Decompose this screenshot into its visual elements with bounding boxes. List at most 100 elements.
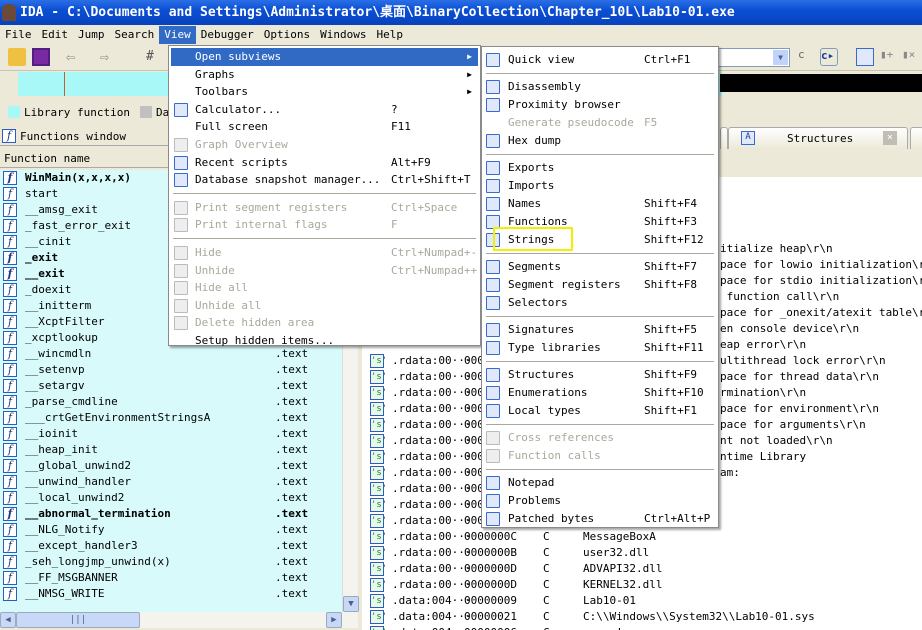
- horizontal-scrollbar[interactable]: ◀ ||| ▶: [0, 612, 358, 628]
- type-libraries-icon: [486, 341, 500, 355]
- function-row[interactable]: f __NMSG_WRITE .text: [0, 586, 342, 602]
- menu-item-recent-scripts[interactable]: Recent scripts Alt+F9: [171, 154, 478, 172]
- menu-debugger[interactable]: Debugger: [196, 26, 259, 44]
- menu-item-segment-registers[interactable]: Segment registers Shift+F8: [484, 276, 716, 294]
- menu-item-disassembly[interactable]: Disassembly: [484, 78, 716, 96]
- close-icon[interactable]: ×: [883, 131, 897, 145]
- menu-file[interactable]: File: [0, 26, 37, 44]
- menu-item-toolbars[interactable]: Toolbars ▶: [171, 83, 478, 101]
- menu-item-patched-bytes[interactable]: Patched bytes Ctrl+Alt+P: [484, 510, 716, 528]
- add-breakpoint-icon[interactable]: ▮+: [880, 48, 898, 66]
- menu-item-open-subviews[interactable]: Open subviews ▶: [171, 48, 478, 66]
- menu-item-local-types[interactable]: Local types Shift+F1: [484, 402, 716, 420]
- string-row[interactable]: 's' .rdata:00··· 0000000D C KERNEL32.dll: [362, 577, 922, 593]
- tab-next[interactable]: [910, 127, 922, 149]
- function-row[interactable]: f __except_handler3 .text: [0, 538, 342, 554]
- menu-item-segments[interactable]: Segments Shift+F7: [484, 258, 716, 276]
- minus-icon: [174, 246, 188, 260]
- menu-windows[interactable]: Windows: [315, 26, 371, 44]
- function-row[interactable]: f __global_unwind2 .text: [0, 458, 342, 474]
- menu-item-type-libraries[interactable]: Type libraries Shift+F11: [484, 339, 716, 357]
- function-row[interactable]: f __abnormal_termination .text: [0, 506, 342, 522]
- function-row[interactable]: f __setargv .text: [0, 378, 342, 394]
- menu-options[interactable]: Options: [259, 26, 315, 44]
- scroll-thumb[interactable]: |||: [16, 612, 140, 628]
- menu-help[interactable]: Help: [371, 26, 408, 44]
- string-row-tail[interactable]: en console device\r\n: [720, 321, 920, 337]
- function-name: __unwind_handler: [25, 475, 131, 488]
- string-row-tail[interactable]: itialize heap\r\n: [720, 241, 920, 257]
- menu-item-full-screen[interactable]: Full screen F11: [171, 118, 478, 136]
- string-row[interactable]: 's' .rdata:00··· 0000000B Cuser32.dll: [362, 545, 922, 561]
- menu-item-graphs[interactable]: Graphs ▶: [171, 66, 478, 84]
- string-icon: 's': [370, 578, 388, 592]
- function-segment: .text: [275, 379, 309, 392]
- scroll-down-button[interactable]: ▼: [343, 596, 359, 612]
- menu-item-hex-dump[interactable]: Hex dump: [484, 132, 716, 150]
- function-name: _fast_error_exit: [25, 219, 131, 232]
- menu-item-signatures[interactable]: Signatures Shift+F5: [484, 321, 716, 339]
- function-row[interactable]: f ___crtGetEnvironmentStringsA .text: [0, 410, 342, 426]
- menu-item-exports[interactable]: Exports: [484, 159, 716, 177]
- string-row-tail[interactable]: pace for stdio initialization\r\n: [720, 273, 922, 289]
- chevron-right-icon: ▶: [467, 69, 472, 79]
- function-row[interactable]: f __NLG_Notify .text: [0, 522, 342, 538]
- string-addr: .rdata:00···: [392, 546, 472, 559]
- string-row-tail[interactable]: eap error\r\n: [720, 337, 920, 353]
- function-row[interactable]: f _parse_cmdline .text: [0, 394, 342, 410]
- string-addr: .rdata:00···: [392, 578, 472, 591]
- menu-edit[interactable]: Edit: [37, 26, 74, 44]
- open-folder-icon[interactable]: [8, 48, 26, 66]
- binoculars-icon[interactable]: #: [146, 48, 164, 66]
- scroll-left-button[interactable]: ◀: [0, 612, 16, 628]
- function-row[interactable]: f __ioinit .text: [0, 426, 342, 442]
- scroll-right-button[interactable]: ▶: [326, 612, 342, 628]
- string-row[interactable]: 's' .data:004··· 00000021 C C:\\Windows\\Sys…: [362, 609, 922, 625]
- menu-item-problems[interactable]: Problems: [484, 492, 716, 510]
- string-row[interactable]: 's' .rdata:00··· 0000000D C ADVAPI32.dll: [362, 561, 922, 577]
- run-script-icon[interactable]: c▸: [820, 48, 838, 66]
- string-row[interactable]: 's' .data:004··· 00000009 C Lab10-01: [362, 593, 922, 609]
- menu-item-calculator[interactable]: Calculator...?: [171, 101, 478, 119]
- tab-hidden[interactable]: [720, 127, 728, 149]
- menu-item-quick-view[interactable]: Quick view Ctrl+F1: [484, 51, 716, 69]
- string-row-tail[interactable]: pace for _onexit/atexit table\r\n: [720, 305, 922, 321]
- back-arrow-icon[interactable]: ⇦: [66, 48, 84, 66]
- breakpoint-list-icon[interactable]: [856, 48, 874, 66]
- menu-item-setup-hidden-items[interactable]: Setup hidden items...: [171, 332, 478, 350]
- string-row[interactable]: 's' .rdata:00··· 0000000C C MessageBoxA: [362, 529, 922, 545]
- menu-search[interactable]: Search: [110, 26, 160, 44]
- function-row[interactable]: f __FF_MSGBANNER .text: [0, 570, 342, 586]
- string-row[interactable]: 's' .data:004···00000006 C v !: [362, 625, 922, 630]
- menu-jump[interactable]: Jump: [73, 26, 110, 44]
- decompile-icon[interactable]: c: [798, 48, 816, 66]
- menu-item-notepad[interactable]: Notepad: [484, 474, 716, 492]
- string-icon: 's': [370, 418, 388, 432]
- menu-item-enumerations[interactable]: Enumerations Shift+F10: [484, 384, 716, 402]
- menu-item-proximity-browser[interactable]: Proximity browser: [484, 96, 716, 114]
- forward-arrow-icon[interactable]: ⇨: [100, 48, 118, 66]
- menu-item-imports[interactable]: Imports: [484, 177, 716, 195]
- function-row[interactable]: f __heap_init .text: [0, 442, 342, 458]
- chevron-down-icon[interactable]: ▼: [773, 50, 788, 65]
- menu-item-delete-hidden-area: Delete hidden area: [171, 314, 478, 332]
- function-row[interactable]: f __unwind_handler .text: [0, 474, 342, 490]
- delete-breakpoint-icon[interactable]: ▮×: [902, 48, 920, 66]
- function-row[interactable]: f _seh_longjmp_unwind(x) .text: [0, 554, 342, 570]
- string-row-tail[interactable]: pace for lowio initialization\r\n: [720, 257, 922, 273]
- menu-item-label: Unhide all: [195, 298, 262, 312]
- menu-view[interactable]: View: [159, 26, 196, 44]
- menu-item-label: Signatures: [508, 323, 575, 336]
- function-row[interactable]: f __local_unwind2 .text: [0, 490, 342, 506]
- menu-item-shortcut: Shift+F5: [644, 323, 697, 336]
- string-row-tail[interactable]: function call\r\n: [720, 289, 920, 305]
- menu-item-structures[interactable]: Structures Shift+F9: [484, 366, 716, 384]
- menu-item-database-snapshot-manager[interactable]: Database snapshot manager... Ctrl+Shift+T: [171, 171, 478, 189]
- function-row[interactable]: f __setenvp .text: [0, 362, 342, 378]
- menu-item-names[interactable]: Names Shift+F4: [484, 195, 716, 213]
- tab-structures[interactable]: A Structures ×: [728, 127, 908, 149]
- save-icon[interactable]: [32, 48, 50, 66]
- navigation-band-overview[interactable]: [720, 74, 922, 92]
- menu-item-selectors[interactable]: Selectors: [484, 294, 716, 312]
- function-icon: f: [3, 459, 17, 473]
